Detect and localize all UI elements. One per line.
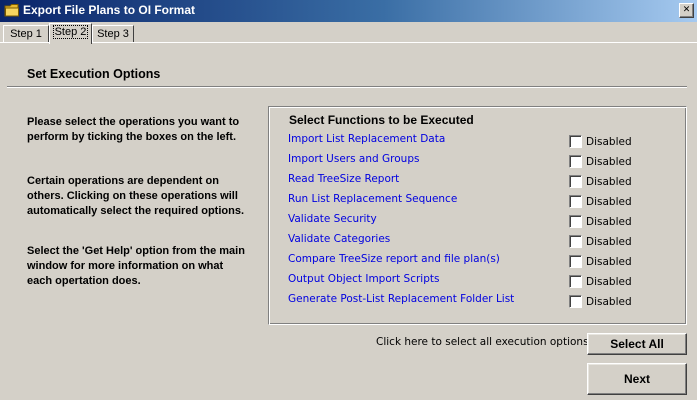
checkbox-label: Disabled [586,176,632,188]
checkbox-label: Disabled [586,216,632,228]
function-row: Import Users and Groups Disabled [269,153,686,173]
function-checkbox[interactable] [569,195,582,208]
function-checkbox[interactable] [569,155,582,168]
function-checkbox[interactable] [569,295,582,308]
instruction-text: Certain operations are dependent on othe… [27,175,244,217]
folder-icon [4,3,20,18]
checkbox-label: Disabled [586,196,632,208]
function-row: Validate Security Disabled [269,213,686,233]
divider [7,86,687,88]
function-row: Generate Post-List Replacement Folder Li… [269,293,686,313]
tab-step-3[interactable]: Step 3 [92,25,134,43]
function-row: Output Object Import Scripts Disabled [269,273,686,293]
tab-label: Step 2 [52,25,89,39]
function-row: Import List Replacement Data Disabled [269,133,686,153]
function-checkbox[interactable] [569,135,582,148]
function-link[interactable]: Compare TreeSize report and file plan(s) [288,253,500,265]
checkbox-label: Disabled [586,296,632,308]
function-row: Read TreeSize Report Disabled [269,173,686,193]
functions-groupbox: Select Functions to be Executed Import L… [268,106,687,325]
title-bar[interactable]: Export File Plans to OI Format ✕ [0,0,697,22]
tab-step-2[interactable]: Step 2 [49,23,92,44]
checkbox-label: Disabled [586,156,632,168]
checkbox-label: Disabled [586,136,632,148]
next-button[interactable]: Next [587,363,687,395]
function-checkbox[interactable] [569,175,582,188]
close-icon: ✕ [682,5,691,15]
select-all-button[interactable]: Select All [587,333,687,355]
checkbox-label: Disabled [586,236,632,248]
function-link[interactable]: Validate Categories [288,233,390,245]
function-link[interactable]: Import Users and Groups [288,153,419,165]
function-link[interactable]: Read TreeSize Report [288,173,399,185]
tab-label: Step 3 [97,28,129,40]
function-checkbox[interactable] [569,215,582,228]
tab-panel: Set Execution Options Please select the … [0,42,697,400]
function-link[interactable]: Output Object Import Scripts [288,273,439,285]
instruction-text: Please select the operations you want to… [27,116,240,143]
function-link[interactable]: Validate Security [288,213,377,225]
window-title: Export File Plans to OI Format [23,3,196,17]
checkbox-label: Disabled [586,256,632,268]
function-row: Validate Categories Disabled [269,233,686,253]
close-button[interactable]: ✕ [679,3,694,18]
group-title: Select Functions to be Executed [289,113,474,127]
checkbox-label: Disabled [586,276,632,288]
tab-bar: Step 1 Step 2 Step 3 [0,22,697,44]
function-row: Run List Replacement Sequence Disabled [269,193,686,213]
function-checkbox[interactable] [569,235,582,248]
instruction-text: Select the 'Get Help' option from the ma… [27,245,245,287]
select-all-hint: Click here to select all execution optio… [376,336,593,348]
section-title: Set Execution Options [27,67,161,81]
function-link[interactable]: Generate Post-List Replacement Folder Li… [288,293,514,305]
function-link[interactable]: Import List Replacement Data [288,133,445,145]
function-checkbox[interactable] [569,255,582,268]
tab-step-1[interactable]: Step 1 [3,25,49,43]
function-row: Compare TreeSize report and file plan(s)… [269,253,686,273]
function-link[interactable]: Run List Replacement Sequence [288,193,457,205]
tab-label: Step 1 [10,28,42,40]
function-checkbox[interactable] [569,275,582,288]
